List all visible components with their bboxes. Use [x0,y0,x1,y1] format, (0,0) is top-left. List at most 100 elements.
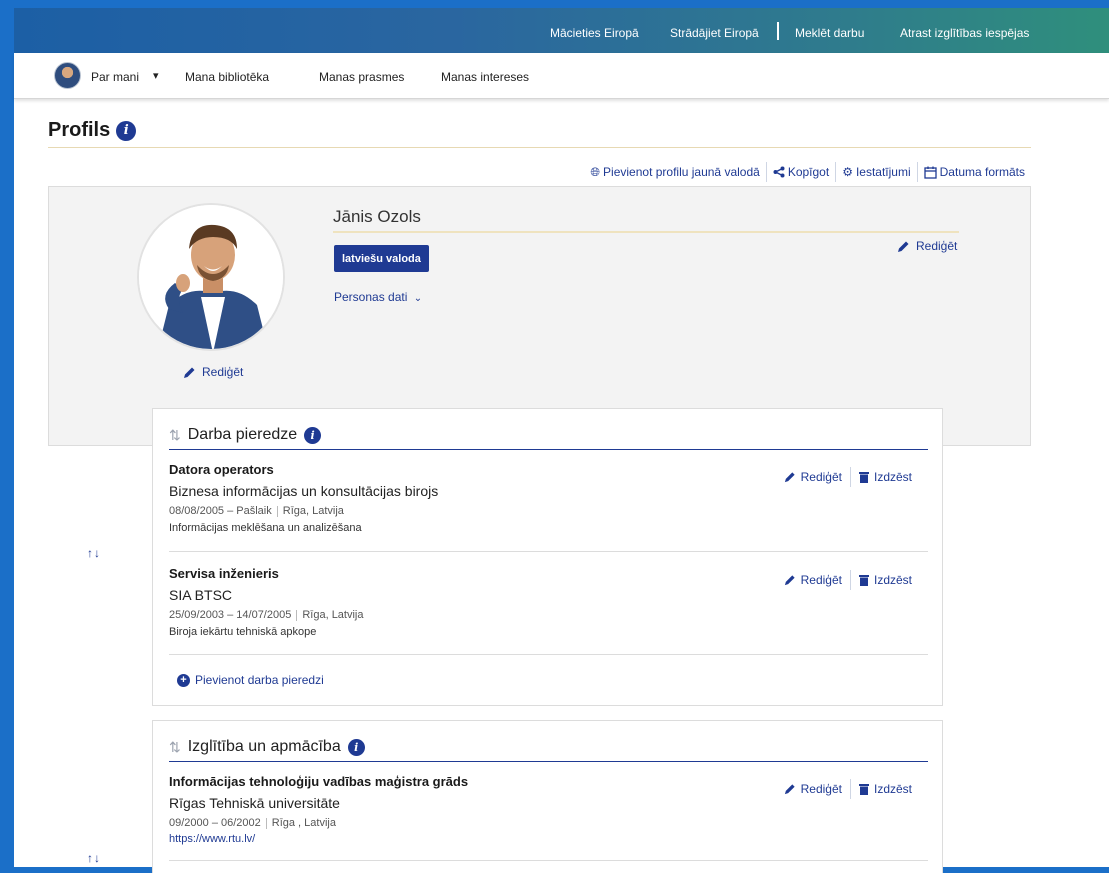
language-badge[interactable]: latviešu valoda [334,245,429,272]
title-divider [48,147,1031,148]
move-arrows-icon[interactable]: ↑↓ [87,851,101,865]
delete-label: Izdzēst [873,470,912,484]
entry-dates: 25/09/2003 – 14/07/2005 [169,609,292,621]
entry-meta: 08/08/2005 – Pašlaik Rīga, Latvija [169,505,928,517]
info-icon[interactable]: i [116,120,137,141]
delete-button[interactable]: Izdzēst [849,570,920,590]
nav-item-library[interactable]: Mana bibliotēka [185,70,269,84]
add-work-experience-button[interactable]: + Pievienot darba pieredzi [177,673,324,687]
share-label: Kopīgot [787,165,830,179]
entry-divider [169,551,928,552]
entry-meta: 09/2000 – 06/2002 Rīga , Latvija [169,817,928,829]
trash-icon [858,472,869,483]
work-experience-heading: ⇅ Darba pieredze i [169,426,322,444]
personal-data-label: Personas dati [334,290,408,304]
topbar-link-learn[interactable]: Mācieties Eiropā [550,26,639,40]
top-bar: Mācieties Eiropā Strādājiet Eiropā Meklē… [14,8,1109,53]
topbar-link-work[interactable]: Strādājiet Eiropā [670,26,759,40]
avatar[interactable] [54,62,81,89]
share-icon [773,166,785,178]
personal-data-toggle[interactable]: Personas dati ⌄ [334,290,422,304]
name-divider [333,231,959,233]
trash-icon [858,784,869,795]
chevron-down-icon[interactable]: ▾ [153,69,159,82]
delete-button[interactable]: Izdzēst [849,779,920,799]
calendar-icon [923,166,937,179]
page-title: Profils i [48,119,137,142]
profile-photo [137,203,285,351]
entry-dates: 08/08/2005 – Pašlaik [169,505,272,517]
person-illustration [139,205,283,349]
pencil-icon [898,241,909,252]
gear-icon: ⚙ [842,165,853,179]
topbar-link-find-job[interactable]: Meklēt darbu [795,26,864,40]
plus-circle-icon: + [177,673,190,687]
education-heading: ⇅ Izglītība un apmācība i [169,738,365,756]
edit-label: Rediģēt [800,782,842,796]
section-divider [169,449,928,450]
info-icon[interactable]: i [304,426,322,444]
profile-edit-label: Rediģēt [916,239,958,253]
education-section: ⇅ Izglītība un apmācība i Informācijas t… [152,720,943,873]
sort-icon[interactable]: ⇅ [169,427,181,444]
add-language-button[interactable]: 🌐︎ Pievienot profilu jaunā valodā [584,162,765,182]
education-title: Izglītība un apmācība [187,738,341,755]
entry-place: Rīga, Latvija [302,609,364,621]
pencil-icon [784,784,795,795]
settings-button[interactable]: ⚙ Iestatījumi [835,162,916,182]
entry-place: Rīga, Latvija [282,505,344,517]
share-button[interactable]: Kopīgot [765,162,835,182]
entry-actions: Rediģēt Izdzēst [776,570,920,590]
pencil-icon [784,575,795,586]
entry-divider [169,860,928,861]
edit-label: Rediģēt [800,573,842,587]
edit-button[interactable]: Rediģēt [776,779,850,799]
pencil-icon [784,472,795,483]
entry-actions: Rediģēt Izdzēst [776,779,920,799]
photo-edit-label: Rediģēt [202,365,244,379]
section-divider [169,761,928,762]
trash-icon [858,575,869,586]
photo-edit-button[interactable]: Rediģēt [183,365,243,379]
main-nav: Par mani ▾ Mana bibliotēka Manas prasmes… [14,53,1109,99]
edit-label: Rediģēt [800,470,842,484]
topbar-separator [777,22,779,40]
nav-item-interests[interactable]: Manas intereses [441,70,529,84]
entry-place: Rīga , Latvija [271,817,336,829]
add-work-experience-label: Pievienot darba pieredzi [195,673,324,687]
topbar-link-find-education[interactable]: Atrast izglītības iespējas [900,26,1029,40]
edit-button[interactable]: Rediģēt [776,570,850,590]
sort-icon[interactable]: ⇅ [169,739,181,756]
globe-icon: 🌐︎ [590,164,601,179]
profile-edit-button[interactable]: Rediģēt [897,239,957,253]
move-arrows-icon[interactable]: ↑↓ [87,546,101,560]
add-language-label: Pievienot profilu jaunā valodā [603,165,760,179]
profile-name: Jānis Ozols [333,207,421,226]
nav-item-about[interactable]: Par mani [91,70,139,84]
edit-button[interactable]: Rediģēt [776,467,850,487]
window-frame-top [0,0,1109,8]
work-experience-title: Darba pieredze [187,426,298,443]
entry-dates: 09/2000 – 06/2002 [169,817,261,829]
settings-label: Iestatījumi [855,165,911,179]
date-format-button[interactable]: Datuma formāts [916,162,1031,182]
window-frame-left [0,0,14,873]
work-experience-section: ⇅ Darba pieredze i Datora operators Bizn… [152,408,943,706]
entry-description: Informācijas meklēšana un analizēšana [169,522,362,534]
profile-card: Rediģēt Jānis Ozols latviešu valoda Pers… [48,186,1031,446]
entry-description: Biroja iekārtu tehniskā apkope [169,626,317,638]
institution-link[interactable]: https://www.rtu.lv/ [169,833,928,845]
delete-label: Izdzēst [873,573,912,587]
entry-actions: Rediģēt Izdzēst [776,467,920,487]
delete-button[interactable]: Izdzēst [849,467,920,487]
nav-item-skills[interactable]: Manas prasmes [319,70,404,84]
info-icon[interactable]: i [347,738,365,756]
profile-toolbar: 🌐︎ Pievienot profilu jaunā valodā Kopīgo… [584,162,1031,182]
page-title-text: Profils [48,119,111,141]
chevron-down-icon: ⌄ [413,293,423,304]
delete-label: Izdzēst [873,782,912,796]
pencil-icon [184,367,195,378]
entry-divider [169,654,928,655]
date-format-label: Datuma formāts [939,165,1025,179]
entry-meta: 25/09/2003 – 14/07/2005 Rīga, Latvija [169,609,928,621]
